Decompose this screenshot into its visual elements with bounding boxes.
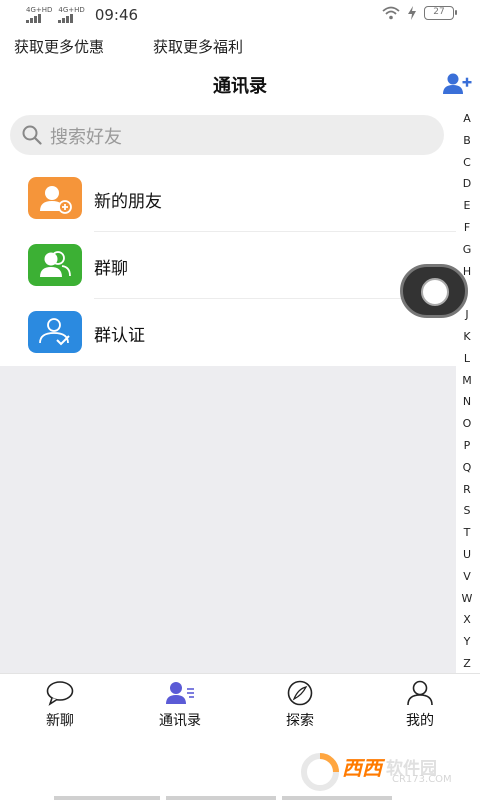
index-letter[interactable]: U <box>456 544 478 566</box>
index-letter[interactable]: Z <box>456 653 478 675</box>
index-letter[interactable]: F <box>456 217 478 239</box>
tab-label: 新聊 <box>46 713 74 729</box>
page-header: 通讯录 <box>0 62 480 106</box>
promo-link-benefits[interactable]: 获取更多福利 <box>153 36 243 57</box>
index-letter[interactable]: T <box>456 522 478 544</box>
tab-explore[interactable]: 探索 <box>255 680 345 730</box>
index-letter[interactable]: Q <box>456 457 478 479</box>
group-chat-icon <box>28 244 82 286</box>
index-letter[interactable]: X <box>456 609 478 631</box>
watermark-mark-icon <box>301 753 339 791</box>
index-letter[interactable]: V <box>456 566 478 588</box>
list-item-group-verify[interactable]: 群认证 <box>0 299 456 366</box>
search-placeholder: 搜索好友 <box>50 127 122 148</box>
assistive-button-center <box>421 278 449 306</box>
index-letter[interactable]: Y <box>456 631 478 653</box>
index-letter[interactable]: R <box>456 479 478 501</box>
status-time: 09:46 <box>94 6 139 24</box>
promo-link-offers[interactable]: 获取更多优惠 <box>14 36 104 57</box>
bottom-gesture-lines <box>0 796 480 800</box>
index-letter[interactable]: O <box>456 413 478 435</box>
watermark-logo: 西西 软件园 CR173.COM <box>300 750 468 794</box>
tab-me[interactable]: 我的 <box>375 680 465 730</box>
contacts-icon <box>166 682 194 704</box>
index-letter[interactable]: C <box>456 152 478 174</box>
index-letter[interactable]: W <box>456 588 478 610</box>
alphabet-index[interactable]: A B C D E F G H I J K L M N O P Q R S T … <box>456 108 478 675</box>
floating-assistive-button[interactable] <box>400 264 468 318</box>
list-item-label: 新的朋友 <box>94 192 162 212</box>
new-friend-icon <box>28 177 82 219</box>
wifi-icon <box>382 6 400 20</box>
add-friend-icon[interactable] <box>442 72 472 96</box>
network-type-2: 4G+HD <box>58 6 85 14</box>
compass-icon <box>287 680 313 706</box>
chat-bubble-icon <box>46 681 74 706</box>
tab-label: 探索 <box>286 713 314 729</box>
signal-icon: 4G+HD <box>58 6 85 23</box>
promo-bar: 获取更多优惠 获取更多福利 <box>0 30 480 62</box>
index-letter[interactable]: M <box>456 370 478 392</box>
tab-label: 我的 <box>406 713 434 729</box>
index-letter[interactable]: L <box>456 348 478 370</box>
index-letter[interactable]: B <box>456 130 478 152</box>
signal-icon: 4G+HD <box>26 7 52 23</box>
index-letter[interactable]: A <box>456 108 478 130</box>
index-letter[interactable]: N <box>456 391 478 413</box>
list-item-label: 群认证 <box>94 326 145 346</box>
list-item-new-friends[interactable]: 新的朋友 <box>0 165 456 232</box>
tab-contacts[interactable]: 通讯录 <box>135 680 225 730</box>
list-item-label: 群聊 <box>94 259 128 279</box>
index-letter[interactable]: D <box>456 173 478 195</box>
watermark-text-1: 西西 <box>342 756 382 780</box>
index-letter[interactable]: K <box>456 326 478 348</box>
empty-contacts-area <box>0 366 456 673</box>
index-letter[interactable]: G <box>456 239 478 261</box>
tab-label: 通讯录 <box>159 713 201 729</box>
search-input[interactable]: 搜索好友 <box>10 115 444 155</box>
group-verify-icon <box>28 311 82 353</box>
battery-icon: 27 <box>424 6 457 20</box>
search-icon <box>22 125 42 145</box>
index-letter[interactable]: S <box>456 500 478 522</box>
list-item-group-chat[interactable]: 群聊 <box>0 232 456 299</box>
charging-icon <box>408 6 416 20</box>
index-letter[interactable]: E <box>456 195 478 217</box>
index-letter[interactable]: P <box>456 435 478 457</box>
watermark-text-3: CR173.COM <box>392 774 452 785</box>
contact-function-list: 新的朋友 群聊 群认证 <box>0 165 456 366</box>
profile-icon <box>407 680 433 706</box>
page-title: 通讯录 <box>213 76 267 97</box>
network-type-1: 4G+HD <box>26 6 53 14</box>
tab-chat[interactable]: 新聊 <box>15 680 105 730</box>
status-bar: 4G+HD 4G+HD 09:46 27 <box>0 0 480 30</box>
